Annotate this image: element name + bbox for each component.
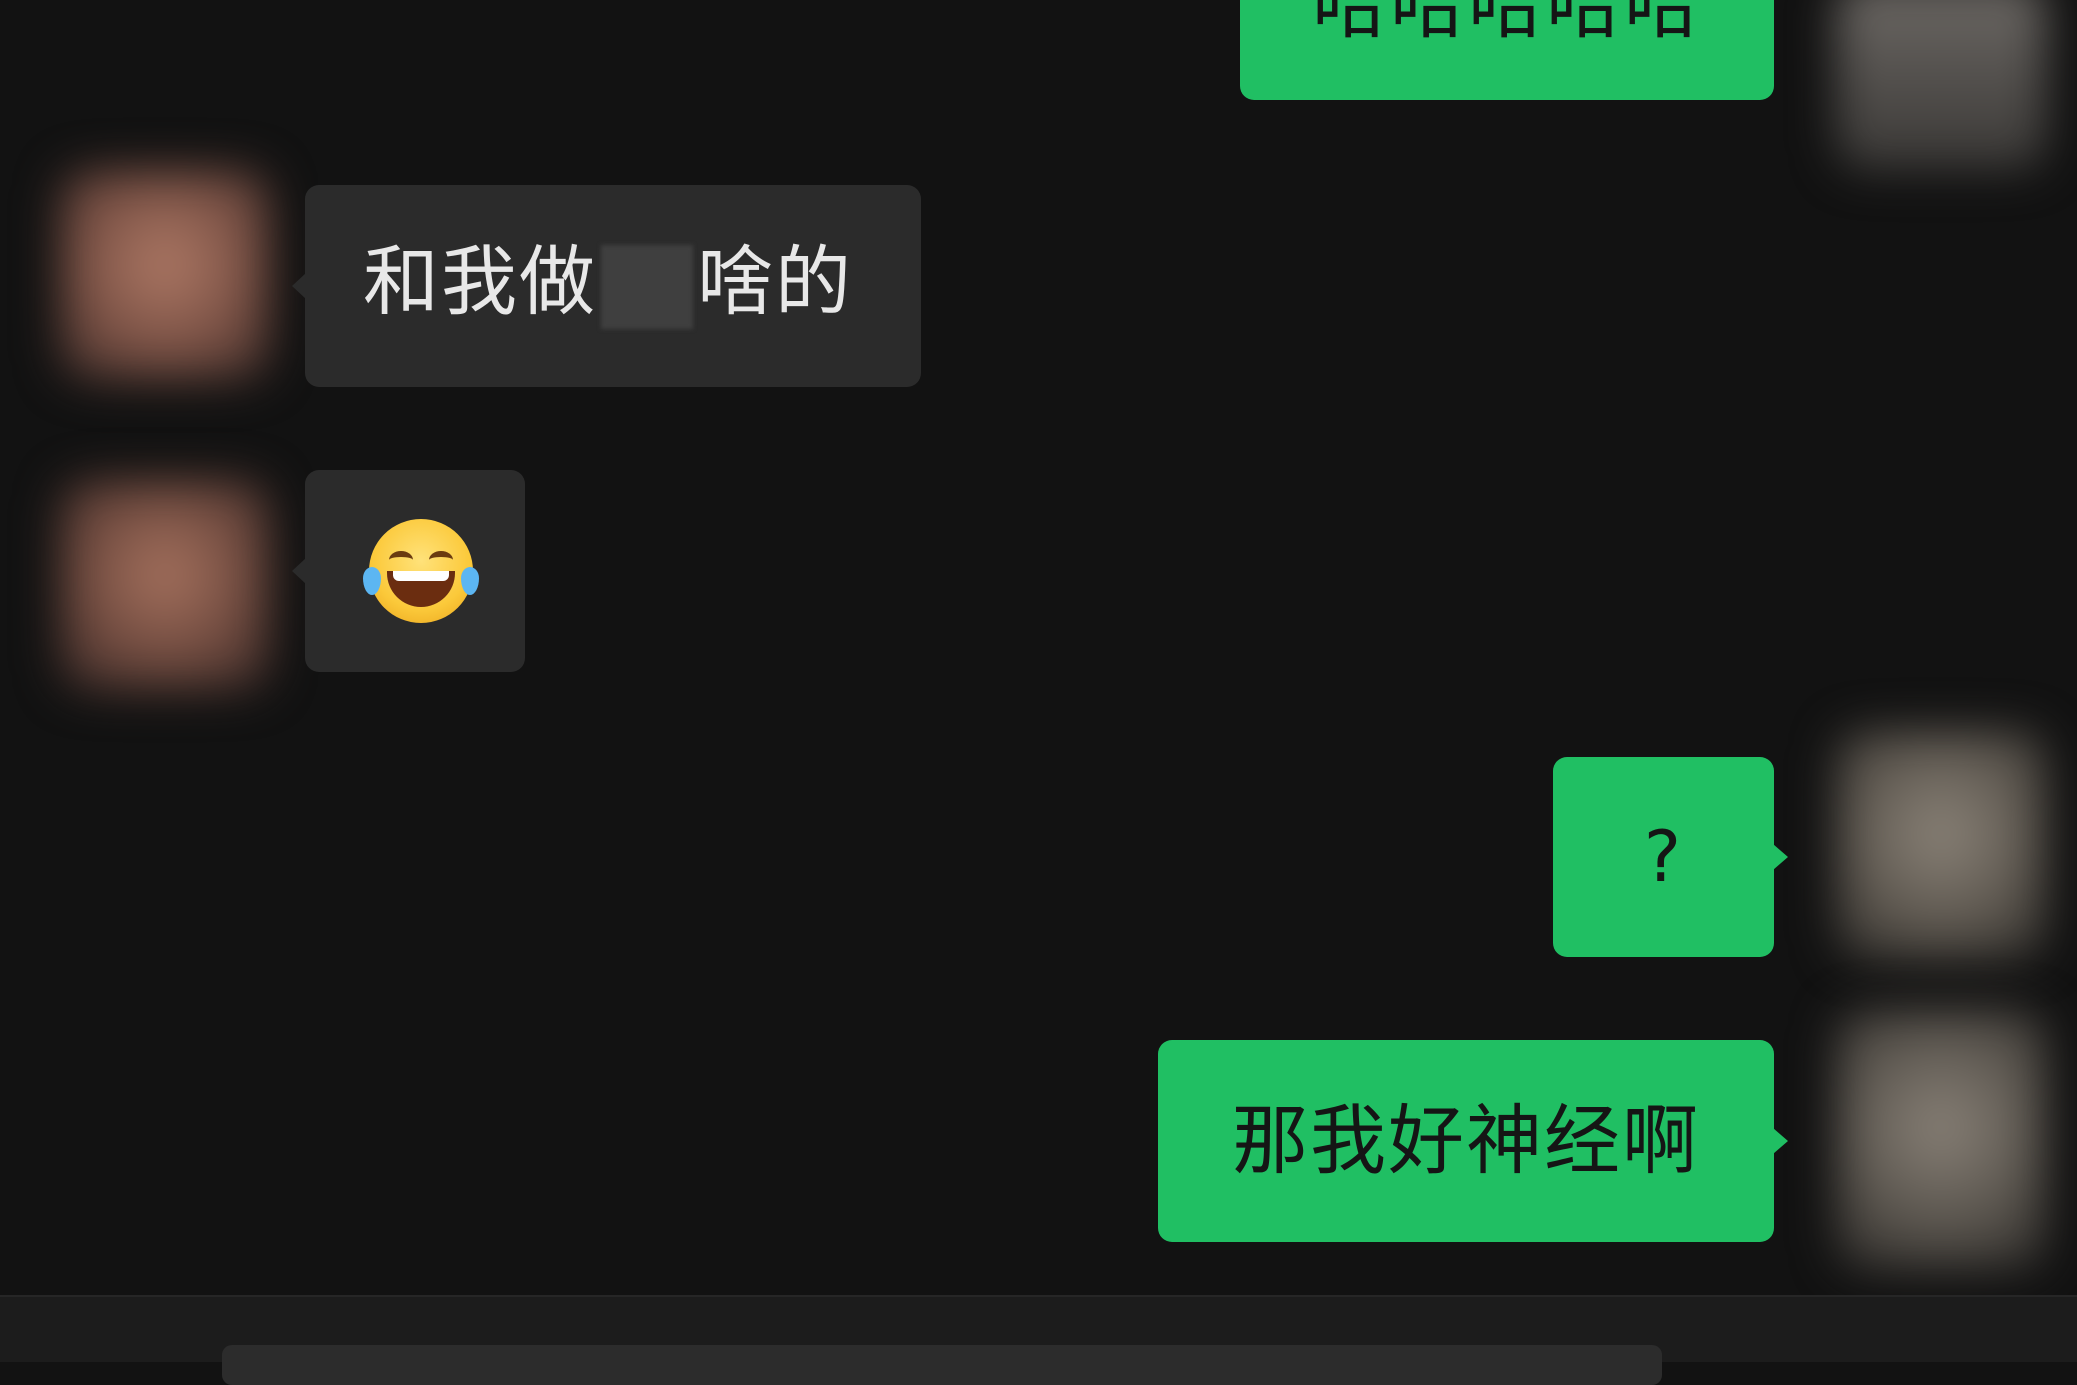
bubble-tail [1773,844,1788,870]
redacted-text-block [601,244,693,329]
message-input[interactable] [222,1345,1662,1385]
own-avatar[interactable] [1836,730,2046,960]
bubble-tail [1773,1128,1788,1154]
message-text: ? [1643,816,1684,898]
message-text: 哈哈哈哈哈 [1312,0,1702,49]
message-text: 那我好神经啊 [1232,1096,1700,1185]
message-text: 和我做 啥的 [363,243,853,329]
message-bubble-received[interactable]: 和我做 啥的 [292,185,921,387]
bubble-tail [292,558,306,584]
message-bubble-received[interactable] [292,470,525,672]
own-avatar[interactable] [1836,1010,2046,1270]
chat-message-area[interactable]: 哈哈哈哈哈 和我做 啥的 ? 那我好神经啊 [0,0,2077,1295]
message-text-after: 啥的 [697,236,853,326]
contact-avatar[interactable] [60,170,270,380]
contact-avatar[interactable] [60,480,270,690]
message-bubble-sent[interactable]: ? [1553,757,1788,957]
face-with-tears-of-joy-icon [363,519,479,623]
message-text-before: 和我做 [363,236,597,326]
own-avatar[interactable] [1836,0,2046,170]
message-bubble-sent[interactable]: 哈哈哈哈哈 [1240,0,1774,100]
bubble-tail [292,273,306,299]
message-bubble-sent[interactable]: 那我好神经啊 [1158,1040,1788,1242]
input-bar [0,1295,2077,1385]
